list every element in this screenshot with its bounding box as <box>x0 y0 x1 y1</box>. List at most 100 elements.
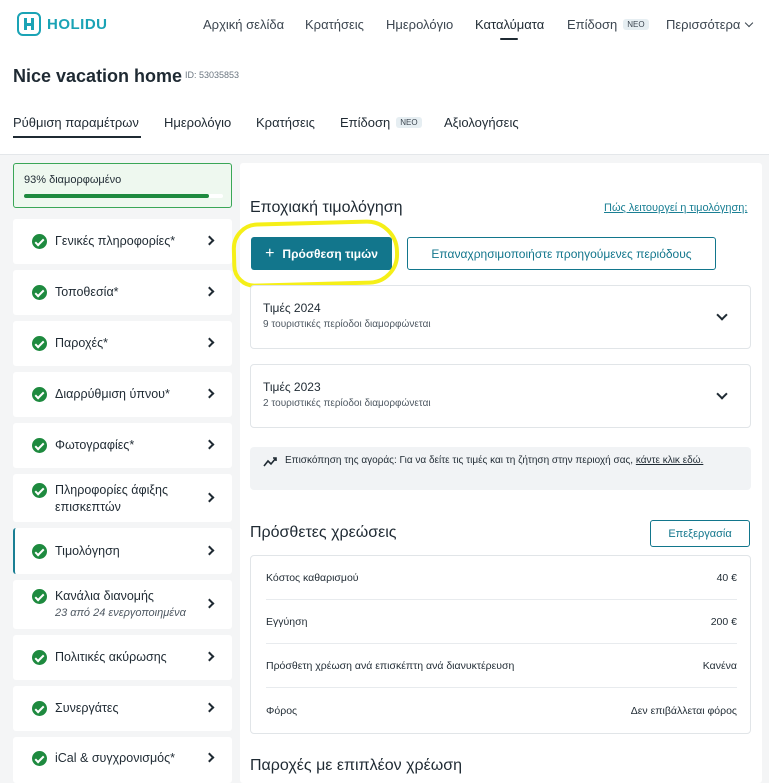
sidebar-item-distribution-channels[interactable]: Κανάλια διανομής 23 από 24 ενεργοποιημέν… <box>13 580 232 629</box>
sidebar-item-amenities[interactable]: Παροχές* <box>13 321 232 366</box>
fee-label: Κόστος καθαρισμού <box>266 572 359 584</box>
sidebar-item-label: Διαρρύθμιση ύπνου* <box>55 387 170 401</box>
tab-performance[interactable]: Επίδοση ΝΕΟ <box>340 115 422 130</box>
tab-setup[interactable]: Ρύθμιση παραμέτρων <box>13 115 139 130</box>
edit-fees-button[interactable]: Επεξεργασία <box>650 520 750 547</box>
chevron-right-icon <box>204 545 215 556</box>
fee-row: Εγγύηση 200 € <box>266 600 737 644</box>
page-title: Nice vacation home <box>13 66 183 86</box>
tab-bookings[interactable]: Κρατήσεις <box>256 115 315 130</box>
chevron-right-icon <box>204 439 215 450</box>
nav-home[interactable]: Αρχική σελίδα <box>203 17 284 32</box>
divider <box>0 154 769 155</box>
sidebar-item-label-line2: επισκεπτών <box>55 500 121 514</box>
chevron-right-icon <box>204 235 215 246</box>
fee-label: Φόρος <box>266 705 298 717</box>
check-circle-icon <box>32 438 47 453</box>
check-circle-icon <box>32 285 47 300</box>
sidebar-item-location[interactable]: Τοποθεσία* <box>13 270 232 315</box>
reuse-periods-button[interactable]: Επαναχρησιμοποιήστε προηγούμενες περιόδο… <box>407 237 716 270</box>
fee-row: Πρόσθετη χρέωση ανά επισκέπτη ανά διανυκ… <box>266 644 737 688</box>
check-circle-icon <box>32 234 47 249</box>
sidebar-item-label: Φωτογραφίες* <box>55 438 135 452</box>
additional-fees-table: Κόστος καθαρισμού 40 € Εγγύηση 200 € Πρό… <box>250 555 751 734</box>
fee-value: Δεν επιβάλλεται φόρος <box>630 705 737 717</box>
nav-performance-label: Επίδοση <box>567 17 618 32</box>
sidebar-item-general-info[interactable]: Γενικές πληροφορίες* <box>13 219 232 264</box>
chevron-down-icon <box>716 309 728 321</box>
trend-chart-icon <box>263 457 277 467</box>
sidebar-item-label: iCal & συγχρονισμός* <box>55 751 176 765</box>
tab-performance-label: Επίδοση <box>340 115 391 130</box>
additional-fees-title: Πρόσθετες χρεώσεις <box>250 524 397 541</box>
chevron-right-icon <box>204 598 215 609</box>
seasonal-pricing-title: Εποχιακή τιμολόγηση <box>250 199 403 216</box>
property-header: Nice vacation home ID: 53035853 Ρύθμιση … <box>0 50 769 155</box>
sidebar-item-label: Γενικές πληροφορίες* <box>55 234 176 248</box>
pricing-help-link[interactable]: Πώς λειτουργεί η τιμολόγηση; <box>604 202 747 214</box>
fee-value: 40 € <box>716 572 737 584</box>
chevron-right-icon <box>204 702 215 713</box>
property-tabs: Ρύθμιση παραμέτρων Ημερολόγιο Κρατήσεις … <box>0 115 769 145</box>
nav-more-label: Περισσότερα <box>666 17 741 32</box>
sidebar-item-label: Κανάλια διανομής <box>55 589 154 603</box>
season-title: Τιμές 2023 <box>263 380 321 394</box>
chevron-right-icon <box>204 337 215 348</box>
highlight-annotation <box>231 218 400 289</box>
progress-label: 93% διαμορφωμένο <box>24 174 122 186</box>
sidebar-item-partners[interactable]: Συνεργάτες <box>13 686 232 731</box>
fee-value: 200 € <box>710 616 737 628</box>
active-tab-indicator <box>13 136 141 138</box>
chevron-right-icon <box>204 492 215 503</box>
chevron-right-icon <box>204 286 215 297</box>
sidebar-item-ical-sync[interactable]: iCal & συγχρονισμός* <box>13 737 232 783</box>
sidebar-item-cancellation-policies[interactable]: Πολιτικές ακύρωσης <box>13 635 232 680</box>
nav-bookings[interactable]: Κρατήσεις <box>305 17 364 32</box>
progress-bar <box>24 194 223 198</box>
check-circle-icon <box>32 751 47 766</box>
sidebar-item-sublabel: 23 από 24 ενεργοποιημένα <box>55 607 186 619</box>
check-circle-icon <box>32 387 47 402</box>
market-overview-message: Επισκόπηση της αγοράς: Για να δείτε τις … <box>285 455 634 466</box>
fee-label: Εγγύηση <box>266 616 308 628</box>
market-overview-text: Επισκόπηση της αγοράς: Για να δείτε τις … <box>285 454 740 467</box>
nav-calendar[interactable]: Ημερολόγιο <box>386 17 453 32</box>
tab-calendar[interactable]: Ημερολόγιο <box>164 115 231 130</box>
paid-extras-title: Παροχές με επιπλέον χρέωση <box>250 757 462 774</box>
sidebar-item-arrival-info[interactable]: Πληροφορίες άφιξης επισκεπτών <box>13 474 232 522</box>
setup-progress-card: 93% διαμορφωμένο <box>13 163 232 208</box>
check-circle-icon <box>32 589 47 604</box>
active-nav-indicator <box>500 38 518 40</box>
progress-fill <box>24 194 210 198</box>
sidebar-item-label: Τιμολόγηση <box>55 544 120 558</box>
nav-performance[interactable]: Επίδοση ΝΕΟ <box>567 17 649 32</box>
sidebar-item-photos[interactable]: Φωτογραφίες* <box>13 423 232 468</box>
sidebar-item-sleeping-arrangement[interactable]: Διαρρύθμιση ύπνου* <box>13 372 232 417</box>
fee-value: Κανένα <box>702 660 737 672</box>
chevron-right-icon <box>204 651 215 662</box>
season-subtitle: 2 τουριστικές περίοδοι διαμορφώνεται <box>263 398 431 409</box>
sidebar-item-label: Πολιτικές ακύρωσης <box>55 650 167 664</box>
market-overview-link[interactable]: κάντε κλικ εδώ. <box>636 455 703 466</box>
new-badge: ΝΕΟ <box>396 117 422 128</box>
new-badge: ΝΕΟ <box>623 19 649 30</box>
check-circle-icon <box>32 650 47 665</box>
nav-more[interactable]: Περισσότερα <box>666 17 754 32</box>
check-circle-icon <box>32 483 47 498</box>
tab-reviews[interactable]: Αξιολογήσεις <box>444 115 519 130</box>
top-navigation: HOLIDU Αρχική σελίδα Κρατήσεις Ημερολόγι… <box>0 0 769 50</box>
season-accordion-2023[interactable]: Τιμές 2023 2 τουριστικές περίοδοι διαμορ… <box>250 364 751 428</box>
season-subtitle: 9 τουριστικές περίοδοι διαμορφώνεται <box>263 319 431 330</box>
sidebar-item-pricing[interactable]: Τιμολόγηση <box>13 528 232 574</box>
pricing-content: Εποχιακή τιμολόγηση Πώς λειτουργεί η τιμ… <box>231 163 762 783</box>
chevron-down-icon <box>745 18 754 28</box>
chevron-right-icon <box>204 388 215 399</box>
season-accordion-2024[interactable]: Τιμές 2024 9 τουριστικές περίοδοι διαμορ… <box>250 285 751 349</box>
property-id: ID: 53035853 <box>185 70 240 80</box>
fee-row: Κόστος καθαρισμού 40 € <box>266 556 737 600</box>
sidebar-item-label: Παροχές* <box>55 336 109 350</box>
check-circle-icon <box>32 544 47 559</box>
nav-properties[interactable]: Καταλύματα <box>475 17 544 32</box>
market-overview-notice: Επισκόπηση της αγοράς: Για να δείτε τις … <box>250 447 751 490</box>
fee-label: Πρόσθετη χρέωση ανά επισκέπτη ανά διανυκ… <box>266 660 515 672</box>
